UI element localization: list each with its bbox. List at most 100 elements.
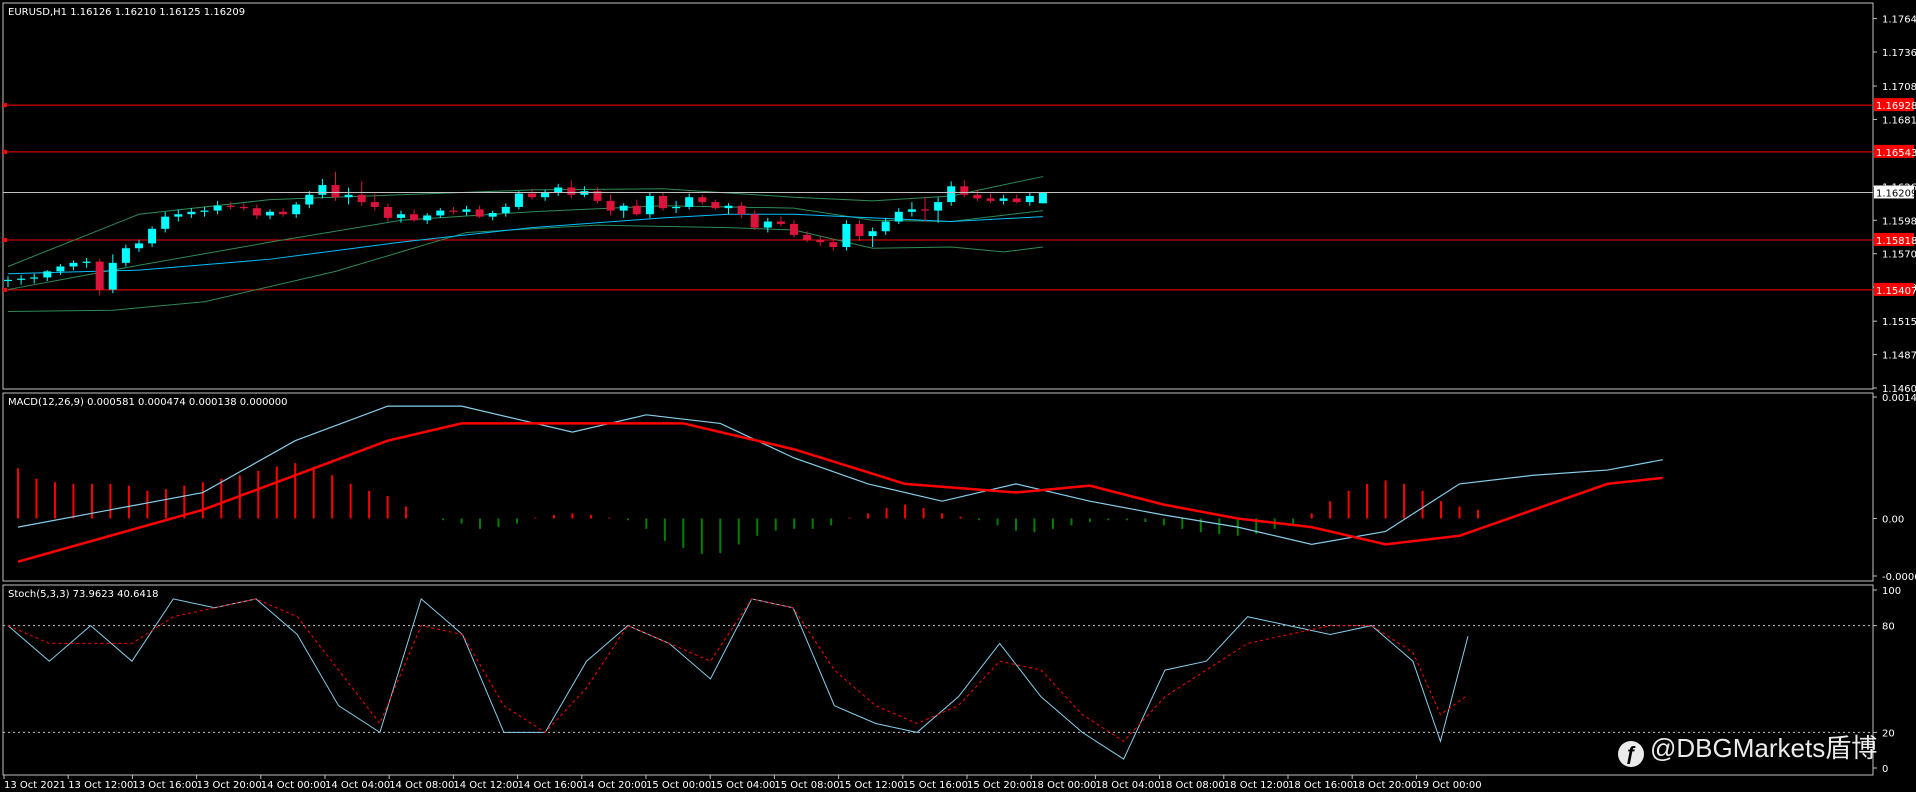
price-tick-label: 1.15150 <box>1882 317 1916 328</box>
candle-body <box>776 221 785 224</box>
candle-body <box>174 214 183 217</box>
candle-body <box>750 214 759 228</box>
candle-body <box>973 194 982 199</box>
watermark: ƒ @DBGMarkets盾博 <box>1618 728 1877 767</box>
candle-body <box>56 266 65 272</box>
candle-body <box>475 209 484 217</box>
candle-body <box>1038 192 1047 204</box>
trading-terminal: 1.176401.173651.170851.168101.162601.159… <box>0 0 1916 792</box>
candle-body <box>632 205 641 215</box>
candle-body <box>842 223 851 248</box>
candle-body <box>121 248 130 263</box>
macd-tick-label: 0.001406 <box>1882 393 1916 404</box>
candle-body <box>187 211 196 215</box>
candle-body <box>541 192 550 198</box>
price-tick-label: 1.14875 <box>1882 351 1916 362</box>
candle-body <box>305 194 314 205</box>
price-tick-label: 1.15705 <box>1882 250 1916 261</box>
candle-body <box>554 187 563 193</box>
macd-tick-label: 0.00 <box>1882 514 1904 525</box>
level-price-label: 1.15818 <box>1876 236 1916 247</box>
candle-body <box>698 197 707 203</box>
time-tick-label: 14 Oct 04:00 <box>325 780 390 791</box>
price-tick-label: 1.16810 <box>1882 115 1916 126</box>
candle-body <box>986 198 995 201</box>
time-tick-label: 15 Oct 16:00 <box>903 780 968 791</box>
price-tick-label: 1.15980 <box>1882 216 1916 227</box>
candle-body <box>357 194 366 203</box>
candle-body <box>161 216 170 229</box>
candle-body <box>816 239 825 243</box>
candle-body <box>763 221 772 228</box>
candle-body <box>318 185 327 195</box>
background <box>0 0 1916 792</box>
candle-body <box>43 271 52 278</box>
candle-body <box>135 243 143 249</box>
candle-body <box>226 205 235 207</box>
candle-body <box>148 228 157 244</box>
price-tick-label: 1.17640 <box>1882 15 1916 26</box>
time-tick-label: 15 Oct 04:00 <box>710 780 775 791</box>
time-tick-label: 18 Oct 20:00 <box>1352 780 1417 791</box>
candle-body <box>685 197 694 207</box>
macd-tick-label: -0.000666 <box>1882 572 1916 583</box>
time-tick-label: 15 Oct 00:00 <box>646 780 711 791</box>
time-tick-label: 15 Oct 12:00 <box>839 780 904 791</box>
weibo-logo-icon: ƒ <box>1618 741 1644 767</box>
stoch-title: Stoch(5,3,3) 73.9623 40.6418 <box>8 589 159 600</box>
candle-body <box>711 202 720 209</box>
time-tick-label: 18 Oct 00:00 <box>1031 780 1096 791</box>
candle-body <box>790 223 798 235</box>
stoch-tick-label: 80 <box>1882 622 1895 633</box>
candle-body <box>252 208 261 216</box>
candle-body <box>659 196 667 209</box>
price-tick-label: 1.17085 <box>1882 82 1916 93</box>
candle-body <box>567 187 576 195</box>
time-tick-label: 14 Oct 12:00 <box>453 780 518 791</box>
candle-body <box>30 277 39 279</box>
candle-body <box>279 211 288 215</box>
candle-body <box>449 210 458 212</box>
stoch-tick-label: 0 <box>1882 764 1888 775</box>
candle-body <box>894 211 903 222</box>
level-anchor <box>3 149 7 154</box>
candle-body <box>803 234 812 240</box>
candle-body <box>200 210 209 212</box>
time-tick-label: 14 Oct 08:00 <box>389 780 454 791</box>
candle-body <box>331 185 340 198</box>
time-tick-label: 19 Oct 00:00 <box>1416 780 1481 791</box>
time-tick-label: 13 Oct 12:00 <box>68 780 133 791</box>
time-tick-label: 14 Oct 16:00 <box>518 780 583 791</box>
candle-body <box>960 186 969 195</box>
level-price-label: 1.15407 <box>1876 286 1916 297</box>
candle-body <box>934 202 943 211</box>
candle-body <box>17 278 26 280</box>
candle-body <box>855 223 864 237</box>
candle-body <box>528 193 536 198</box>
candle-body <box>999 198 1008 201</box>
stoch-tick-label: 100 <box>1882 586 1901 597</box>
candle-body <box>724 205 733 209</box>
time-tick-label: 15 Oct 20:00 <box>967 780 1032 791</box>
candle-body <box>881 221 890 232</box>
time-tick-label: 15 Oct 08:00 <box>774 780 839 791</box>
stoch-tick-label: 20 <box>1882 728 1895 739</box>
candle-body <box>213 205 222 211</box>
candle-body <box>370 202 379 207</box>
candle-body <box>672 206 681 209</box>
watermark-text: @DBGMarkets盾博 <box>1650 733 1878 763</box>
candle-body <box>829 242 838 248</box>
candle-body <box>947 186 956 203</box>
time-tick-label: 13 Oct 20:00 <box>197 780 262 791</box>
time-tick-label: 14 Oct 20:00 <box>582 780 647 791</box>
time-tick-label: 13 Oct 16:00 <box>132 780 197 791</box>
price-tick-label: 1.17365 <box>1882 48 1916 59</box>
current-price-label: 1.16209 <box>1876 188 1916 199</box>
candle-body <box>344 194 353 198</box>
candle-body <box>397 214 405 218</box>
candle-body <box>4 279 12 282</box>
candle-body <box>292 204 301 215</box>
level-price-label: 1.16543 <box>1876 148 1916 159</box>
candle-body <box>606 200 615 211</box>
time-tick-label: 18 Oct 12:00 <box>1224 780 1289 791</box>
